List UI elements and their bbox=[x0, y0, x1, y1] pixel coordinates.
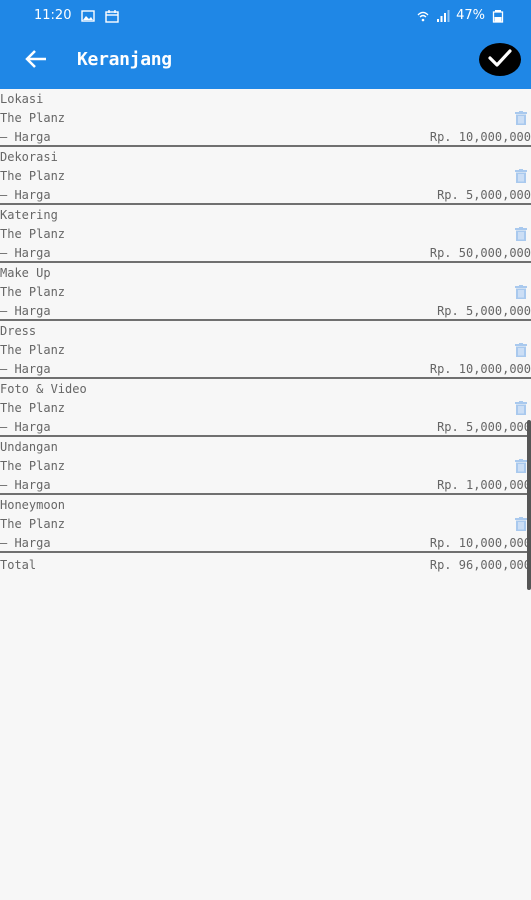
trash-icon[interactable] bbox=[515, 227, 527, 241]
item-category: Dress bbox=[0, 324, 37, 338]
item-price: Rp. 10,000,000 bbox=[429, 130, 531, 144]
item-vendor: The Planz bbox=[0, 111, 66, 125]
item-category: Undangan bbox=[0, 440, 58, 454]
cart-item: Katering The Planz — Harga Rp. 50,000,00… bbox=[0, 205, 531, 263]
status-time: 11:20 bbox=[34, 8, 72, 23]
item-price-label: — Harga bbox=[0, 420, 51, 434]
calendar-icon bbox=[105, 9, 120, 23]
item-vendor: The Planz bbox=[0, 285, 66, 299]
item-price: Rp. 5,000,000 bbox=[437, 188, 531, 202]
trash-icon[interactable] bbox=[515, 343, 527, 357]
cart-item: Lokasi The Planz — Harga Rp. 10,000,000 bbox=[0, 89, 531, 147]
item-price: Rp. 50,000,000 bbox=[429, 246, 531, 260]
item-category: Lokasi bbox=[0, 92, 44, 106]
cart-item: Make Up The Planz — Harga Rp. 5,000,000 bbox=[0, 263, 531, 321]
item-price: Rp. 10,000,000 bbox=[429, 536, 531, 550]
trash-icon[interactable] bbox=[515, 111, 527, 125]
item-price: Rp. 5,000,000 bbox=[437, 420, 531, 434]
item-vendor: The Planz bbox=[0, 459, 66, 473]
item-price-label: — Harga bbox=[0, 130, 51, 144]
item-price-label: — Harga bbox=[0, 246, 51, 260]
arrow-left-icon bbox=[25, 50, 47, 72]
status-right: 47% bbox=[416, 8, 505, 23]
signal-icon bbox=[436, 9, 450, 23]
item-price-label: — Harga bbox=[0, 536, 51, 550]
confirm-button[interactable] bbox=[479, 43, 521, 76]
item-price: Rp. 5,000,000 bbox=[437, 304, 531, 318]
cart-item: Honeymoon The Planz — Harga Rp. 10,000,0… bbox=[0, 495, 531, 553]
item-category: Honeymoon bbox=[0, 498, 66, 512]
wifi-icon bbox=[416, 9, 430, 23]
trash-icon[interactable] bbox=[515, 285, 527, 299]
total-value: Rp. 96,000,000 bbox=[429, 558, 531, 572]
page-title: Keranjang bbox=[77, 49, 172, 70]
item-price-label: — Harga bbox=[0, 478, 51, 492]
item-category: Make Up bbox=[0, 266, 51, 280]
battery-percent: 47% bbox=[456, 8, 485, 23]
scrollbar[interactable] bbox=[527, 420, 531, 590]
trash-icon[interactable] bbox=[515, 169, 527, 183]
item-vendor: The Planz bbox=[0, 227, 66, 241]
item-vendor: The Planz bbox=[0, 169, 66, 183]
status-bar: 11:20 47% bbox=[0, 0, 531, 32]
cart-item: Dress The Planz — Harga Rp. 10,000,000 bbox=[0, 321, 531, 379]
cart-item: Foto & Video The Planz — Harga Rp. 5,000… bbox=[0, 379, 531, 437]
app-bar: Keranjang bbox=[0, 32, 531, 89]
item-category: Katering bbox=[0, 208, 58, 222]
item-price-label: — Harga bbox=[0, 304, 51, 318]
total-row: Total Rp. 96,000,000 bbox=[0, 553, 531, 575]
cart-item: Undangan The Planz — Harga Rp. 1,000,000 bbox=[0, 437, 531, 495]
item-vendor: The Planz bbox=[0, 401, 66, 415]
item-category: Dekorasi bbox=[0, 150, 58, 164]
item-category: Foto & Video bbox=[0, 382, 87, 396]
trash-icon[interactable] bbox=[515, 517, 527, 531]
item-vendor: The Planz bbox=[0, 343, 66, 357]
cart-list: Lokasi The Planz — Harga Rp. 10,000,000 … bbox=[0, 89, 531, 575]
item-vendor: The Planz bbox=[0, 517, 66, 531]
item-price-label: — Harga bbox=[0, 362, 51, 376]
trash-icon[interactable] bbox=[515, 401, 527, 415]
battery-icon bbox=[491, 9, 505, 23]
trash-icon[interactable] bbox=[515, 459, 527, 473]
item-price-label: — Harga bbox=[0, 188, 51, 202]
image-icon bbox=[81, 9, 96, 23]
total-label: Total bbox=[0, 558, 37, 572]
item-price: Rp. 10,000,000 bbox=[429, 362, 531, 376]
status-left: 11:20 bbox=[34, 8, 120, 23]
cart-item: Dekorasi The Planz — Harga Rp. 5,000,000 bbox=[0, 147, 531, 205]
item-price: Rp. 1,000,000 bbox=[437, 478, 531, 492]
back-button[interactable] bbox=[20, 46, 52, 76]
check-icon bbox=[488, 48, 512, 72]
